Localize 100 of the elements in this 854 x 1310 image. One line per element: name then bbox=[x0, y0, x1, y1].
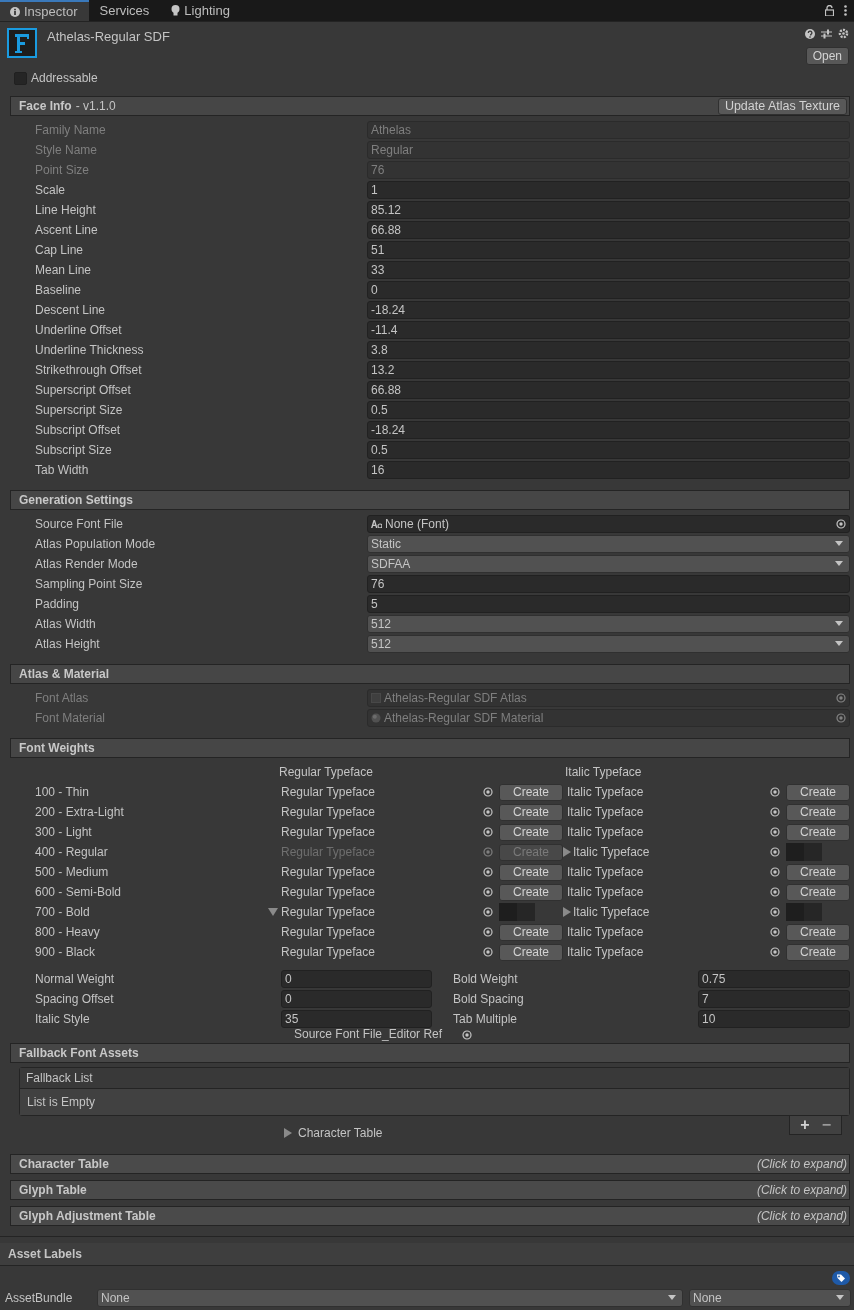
create-button[interactable]: Create bbox=[499, 863, 563, 881]
target-icon bbox=[836, 519, 846, 529]
input-field[interactable]: 7 bbox=[698, 990, 850, 1008]
input-field[interactable]: 85.12 bbox=[367, 201, 850, 219]
dropdown[interactable]: None bbox=[97, 1289, 683, 1307]
asset-labels-header: Asset Labels bbox=[0, 1243, 854, 1266]
create-button[interactable]: Create bbox=[786, 923, 850, 941]
create-button[interactable]: Create bbox=[499, 923, 563, 941]
checkbox[interactable] bbox=[14, 71, 27, 85]
field-label: Underline Offset bbox=[34, 323, 123, 337]
input-field[interactable]: 0.75 bbox=[698, 970, 850, 988]
update-button[interactable]: Update Atlas Texture bbox=[717, 97, 847, 115]
caret-icon bbox=[835, 541, 843, 547]
section-header[interactable]: Glyph Adjustment Table (Click to expand) bbox=[10, 1206, 850, 1226]
field-label: Style Name bbox=[34, 143, 99, 157]
create-button[interactable]: Create bbox=[499, 943, 563, 961]
field-label: Tab Multiple bbox=[453, 1012, 519, 1026]
create-button[interactable]: Create bbox=[786, 883, 850, 901]
create-button[interactable]: Create bbox=[499, 803, 563, 821]
field-label: Subscript Size bbox=[34, 443, 113, 457]
input-field[interactable]: 1 bbox=[367, 181, 850, 199]
version-label: - v1.1.0 bbox=[75, 99, 116, 113]
input-field[interactable]: 66.88 bbox=[367, 381, 850, 399]
section-header[interactable]: Character Table (Click to expand) bbox=[10, 1154, 850, 1174]
field-label: Normal Weight bbox=[34, 972, 116, 986]
input-field[interactable]: 0 bbox=[367, 281, 850, 299]
typeface-label: Regular Typeface bbox=[281, 865, 375, 879]
triangle-right-icon bbox=[284, 1128, 292, 1138]
input-field[interactable]: -18.24 bbox=[367, 421, 850, 439]
sliders-icon bbox=[821, 28, 832, 39]
field-label: Atlas Height bbox=[34, 637, 101, 651]
input-field[interactable]: -11.4 bbox=[367, 321, 850, 339]
empty-slot bbox=[786, 843, 822, 861]
create-button[interactable]: Create bbox=[786, 803, 850, 821]
weight-label: 800 - Heavy bbox=[34, 925, 101, 939]
create-button[interactable]: Create bbox=[786, 783, 850, 801]
input-field[interactable]: 10 bbox=[698, 1010, 850, 1028]
input-field[interactable]: 33 bbox=[367, 261, 850, 279]
asset-title: Athelas-Regular SDF bbox=[47, 28, 170, 46]
field-label: Superscript Size bbox=[34, 403, 124, 417]
input-field[interactable]: 16 bbox=[367, 461, 850, 479]
lock-icon bbox=[825, 5, 834, 16]
section-header[interactable]: Generation Settings bbox=[10, 490, 850, 510]
section-header[interactable]: Font Weights bbox=[10, 738, 850, 758]
input-field[interactable]: 0.5 bbox=[367, 441, 850, 459]
section-header[interactable]: Glyph Table (Click to expand) bbox=[10, 1180, 850, 1200]
create-button[interactable]: Create bbox=[499, 783, 563, 801]
create-button[interactable]: Create bbox=[786, 823, 850, 841]
typeface-label: Italic Typeface bbox=[567, 865, 644, 879]
input-field[interactable]: 13.2 bbox=[367, 361, 850, 379]
field-label: Italic Style bbox=[34, 1012, 91, 1026]
input-field[interactable]: 76 bbox=[367, 575, 850, 593]
more-icon bbox=[844, 5, 847, 16]
add-button[interactable]: + bbox=[796, 1116, 814, 1134]
tab[interactable]: Inspector bbox=[0, 0, 90, 21]
field-label: Atlas Render Mode bbox=[34, 557, 139, 571]
tag-icon bbox=[832, 1271, 850, 1285]
remove-button[interactable]: − bbox=[817, 1116, 835, 1134]
dropdown[interactable]: None bbox=[689, 1289, 851, 1307]
weight-label: 400 - Regular bbox=[34, 845, 109, 859]
expand-hint: (Click to expand) bbox=[756, 1157, 847, 1171]
field-label: Atlas Width bbox=[34, 617, 97, 631]
section-header[interactable]: Atlas & Material bbox=[10, 664, 850, 684]
input-field[interactable]: 51 bbox=[367, 241, 850, 259]
input-field[interactable]: -18.24 bbox=[367, 301, 850, 319]
section-header[interactable]: Face Info - v1.1.0 Update Atlas Texture bbox=[10, 96, 850, 116]
typeface-label: Italic Typeface bbox=[567, 805, 644, 819]
dropdown[interactable]: Static bbox=[367, 535, 850, 553]
foldout-label[interactable]: Character Table bbox=[284, 1126, 383, 1140]
dropdown[interactable]: 512 bbox=[367, 615, 850, 633]
create-button[interactable]: Create bbox=[499, 883, 563, 901]
input-field[interactable]: 3.8 bbox=[367, 341, 850, 359]
field-label: Atlas Population Mode bbox=[34, 537, 157, 551]
input-field[interactable]: 0 bbox=[281, 970, 432, 988]
typeface-label: Italic Typeface bbox=[567, 825, 644, 839]
field-label: Bold Spacing bbox=[453, 992, 525, 1006]
section-header[interactable]: Fallback Font Assets bbox=[10, 1043, 850, 1063]
field-label: Point Size bbox=[34, 163, 91, 177]
field-label: Source Font File bbox=[34, 517, 125, 531]
input-field[interactable]: 66.88 bbox=[367, 221, 850, 239]
dropdown[interactable]: SDFAA bbox=[367, 555, 850, 573]
column-header: Regular Typeface bbox=[279, 765, 374, 779]
create-button[interactable]: Create bbox=[786, 943, 850, 961]
tab[interactable]: Services bbox=[89, 0, 162, 21]
open-button[interactable]: Open bbox=[805, 47, 849, 65]
caret-icon bbox=[835, 641, 843, 647]
input-field[interactable]: 0 bbox=[281, 990, 432, 1008]
object-field[interactable]: None (Font) bbox=[367, 515, 850, 533]
sphere-icon bbox=[371, 713, 381, 723]
weight-label: 900 - Black bbox=[34, 945, 97, 959]
empty-slot bbox=[499, 903, 535, 921]
tab[interactable]: Lighting bbox=[161, 0, 242, 21]
create-button[interactable]: Create bbox=[499, 823, 563, 841]
create-button[interactable]: Create bbox=[786, 863, 850, 881]
input-field[interactable]: 35 bbox=[281, 1010, 432, 1028]
weight-label: 700 - Bold bbox=[34, 905, 91, 919]
dropdown[interactable]: 512 bbox=[367, 635, 850, 653]
input-field[interactable]: 5 bbox=[367, 595, 850, 613]
typeface-label: Italic Typeface bbox=[567, 945, 644, 959]
input-field[interactable]: 0.5 bbox=[367, 401, 850, 419]
